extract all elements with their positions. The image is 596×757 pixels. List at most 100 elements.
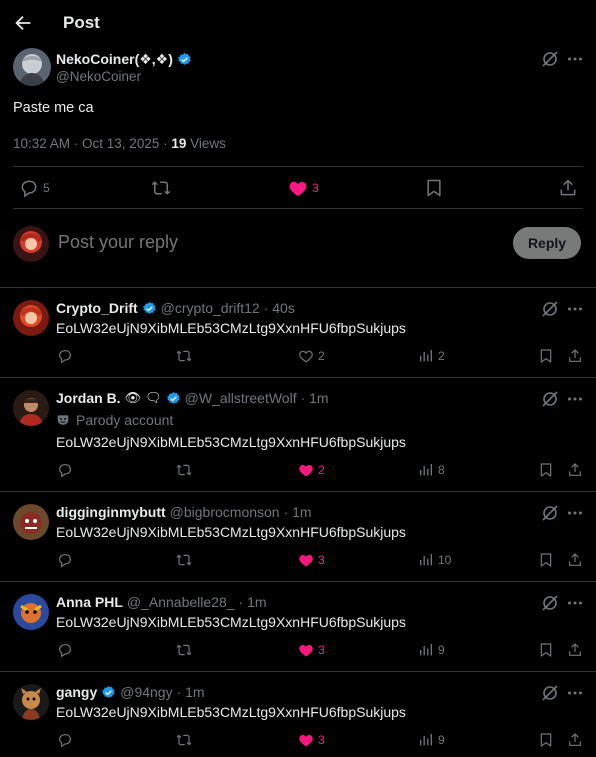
share-action[interactable]	[567, 732, 583, 748]
reply-author-handle[interactable]: @crypto_drift12	[161, 300, 260, 316]
grok-icon[interactable]	[541, 50, 559, 68]
views-action[interactable]: 9	[418, 642, 445, 658]
like-count: 3	[318, 553, 325, 567]
views-count: 2	[438, 349, 445, 363]
grok-icon[interactable]	[541, 594, 559, 612]
like-action[interactable]: 3	[298, 552, 325, 568]
bookmark-action[interactable]	[538, 732, 554, 748]
views-action[interactable]: 8	[418, 462, 445, 478]
reply-action[interactable]	[57, 552, 73, 568]
views-action[interactable]: 2	[418, 348, 445, 364]
repost-action[interactable]	[176, 642, 192, 658]
more-options-icon[interactable]	[566, 594, 584, 612]
reply-button[interactable]: Reply	[513, 227, 581, 259]
avatar[interactable]	[13, 594, 49, 630]
reply-author-handle[interactable]: @bigbrocmonson	[170, 504, 280, 520]
reply-time[interactable]: · 1m	[301, 390, 329, 406]
reply-author-name[interactable]: gangy	[56, 684, 97, 700]
reply-action[interactable]	[57, 642, 73, 658]
avatar[interactable]	[13, 390, 49, 426]
verified-badge-icon	[102, 685, 115, 698]
grok-icon[interactable]	[541, 504, 559, 522]
share-action[interactable]	[567, 348, 583, 364]
author-avatar[interactable]	[13, 48, 51, 86]
views-count: 8	[438, 463, 445, 477]
reply-item[interactable]: gangy @94ngy · 1m EoLW32eUjN9XibMLEb53CM…	[0, 672, 596, 757]
repost-action[interactable]	[176, 552, 192, 568]
views-action[interactable]: 9	[418, 732, 445, 748]
more-options-icon[interactable]	[566, 300, 584, 318]
like-action[interactable]: 2	[298, 348, 325, 364]
parody-text: Parody account	[76, 412, 174, 428]
reply-item[interactable]: digginginmybutt @bigbrocmonson · 1m EoLW…	[0, 492, 596, 581]
author-handle[interactable]: @NekoCoiner	[56, 69, 141, 84]
divider	[13, 166, 583, 167]
share-icon	[569, 463, 581, 476]
heart-outline-icon	[299, 350, 313, 363]
reply-text: EoLW32eUjN9XibMLEb53CMzLtg9XxnHFU6fbpSuk…	[56, 434, 406, 450]
bookmark-action[interactable]	[538, 462, 554, 478]
repost-action[interactable]	[176, 348, 192, 364]
reply-author-handle[interactable]: @W_allstreetWolf	[185, 390, 297, 406]
reply-time[interactable]: · 1m	[284, 504, 312, 520]
bookmark-action[interactable]	[538, 348, 554, 364]
share-action[interactable]	[567, 462, 583, 478]
reply-author-name[interactable]: Crypto_Drift	[56, 300, 138, 316]
reply-author-handle[interactable]: @_Annabelle28_	[127, 594, 235, 610]
reply-text: EoLW32eUjN9XibMLEb53CMzLtg9XxnHFU6fbpSuk…	[56, 320, 406, 336]
bookmark-icon	[540, 463, 552, 477]
more-options-icon[interactable]	[566, 390, 584, 408]
reply-author-name[interactable]: digginginmybutt	[56, 504, 166, 520]
post-timestamp[interactable]: 10:32 AM · Oct 13, 2025 ·	[13, 136, 171, 151]
heart-filled-icon	[299, 735, 313, 747]
grok-icon[interactable]	[541, 300, 559, 318]
reply-action[interactable]	[57, 348, 73, 364]
avatar[interactable]	[13, 300, 49, 336]
like-action[interactable]: 2	[298, 462, 325, 478]
share-icon	[569, 349, 581, 362]
grok-icon[interactable]	[541, 390, 559, 408]
reply-author-name[interactable]: Anna PHL	[56, 594, 123, 610]
like-action[interactable]: 3	[298, 732, 325, 748]
reply-action[interactable]: 5	[19, 178, 50, 198]
share-action[interactable]	[567, 552, 583, 568]
reply-item[interactable]: Anna PHL @_Annabelle28_ · 1m EoLW32eUjN9…	[0, 582, 596, 671]
grok-icon[interactable]	[541, 684, 559, 702]
avatar[interactable]	[13, 504, 49, 540]
reply-item[interactable]: Crypto_Drift @crypto_drift12 · 40s EoLW3…	[0, 288, 596, 377]
reply-action[interactable]	[57, 462, 73, 478]
reply-input[interactable]	[58, 232, 438, 253]
reply-author-name[interactable]: Jordan B.	[56, 390, 121, 406]
current-user-avatar[interactable]	[13, 226, 49, 262]
bookmark-action[interactable]	[538, 552, 554, 568]
reply-action[interactable]	[57, 732, 73, 748]
bookmark-action[interactable]	[538, 642, 554, 658]
reply-time[interactable]: · 40s	[264, 300, 295, 316]
share-action[interactable]	[567, 642, 583, 658]
more-options-icon[interactable]	[566, 50, 584, 68]
views-count: 19	[171, 136, 187, 151]
like-action[interactable]: 3	[298, 642, 325, 658]
reply-header: Crypto_Drift @crypto_drift12 · 40s	[56, 300, 295, 316]
avatar[interactable]	[13, 684, 49, 720]
like-action[interactable]: 3	[288, 178, 319, 198]
page-title: Post	[63, 13, 100, 32]
reply-time[interactable]: · 1m	[177, 684, 205, 700]
reply-icon	[21, 180, 37, 198]
repost-action[interactable]	[176, 732, 192, 748]
reply-author-handle[interactable]: @94ngy	[120, 684, 172, 700]
views-action[interactable]: 10	[418, 552, 451, 568]
more-options-icon[interactable]	[566, 684, 584, 702]
more-options-icon[interactable]	[566, 504, 584, 522]
views-icon	[420, 464, 432, 476]
reply-time[interactable]: · 1m	[239, 594, 267, 610]
reply-text: EoLW32eUjN9XibMLEb53CMzLtg9XxnHFU6fbpSuk…	[56, 614, 406, 630]
repost-action[interactable]	[151, 178, 171, 198]
repost-icon	[176, 350, 192, 362]
bookmark-action[interactable]	[424, 178, 444, 198]
author-name[interactable]: NekoCoiner(❖,❖)	[56, 51, 192, 68]
back-arrow-icon[interactable]	[12, 12, 34, 34]
share-action[interactable]	[558, 178, 578, 198]
repost-action[interactable]	[176, 462, 192, 478]
reply-item[interactable]: Jordan B. 👁 🗨 @W_allstreetWolf · 1m Paro…	[0, 378, 596, 491]
